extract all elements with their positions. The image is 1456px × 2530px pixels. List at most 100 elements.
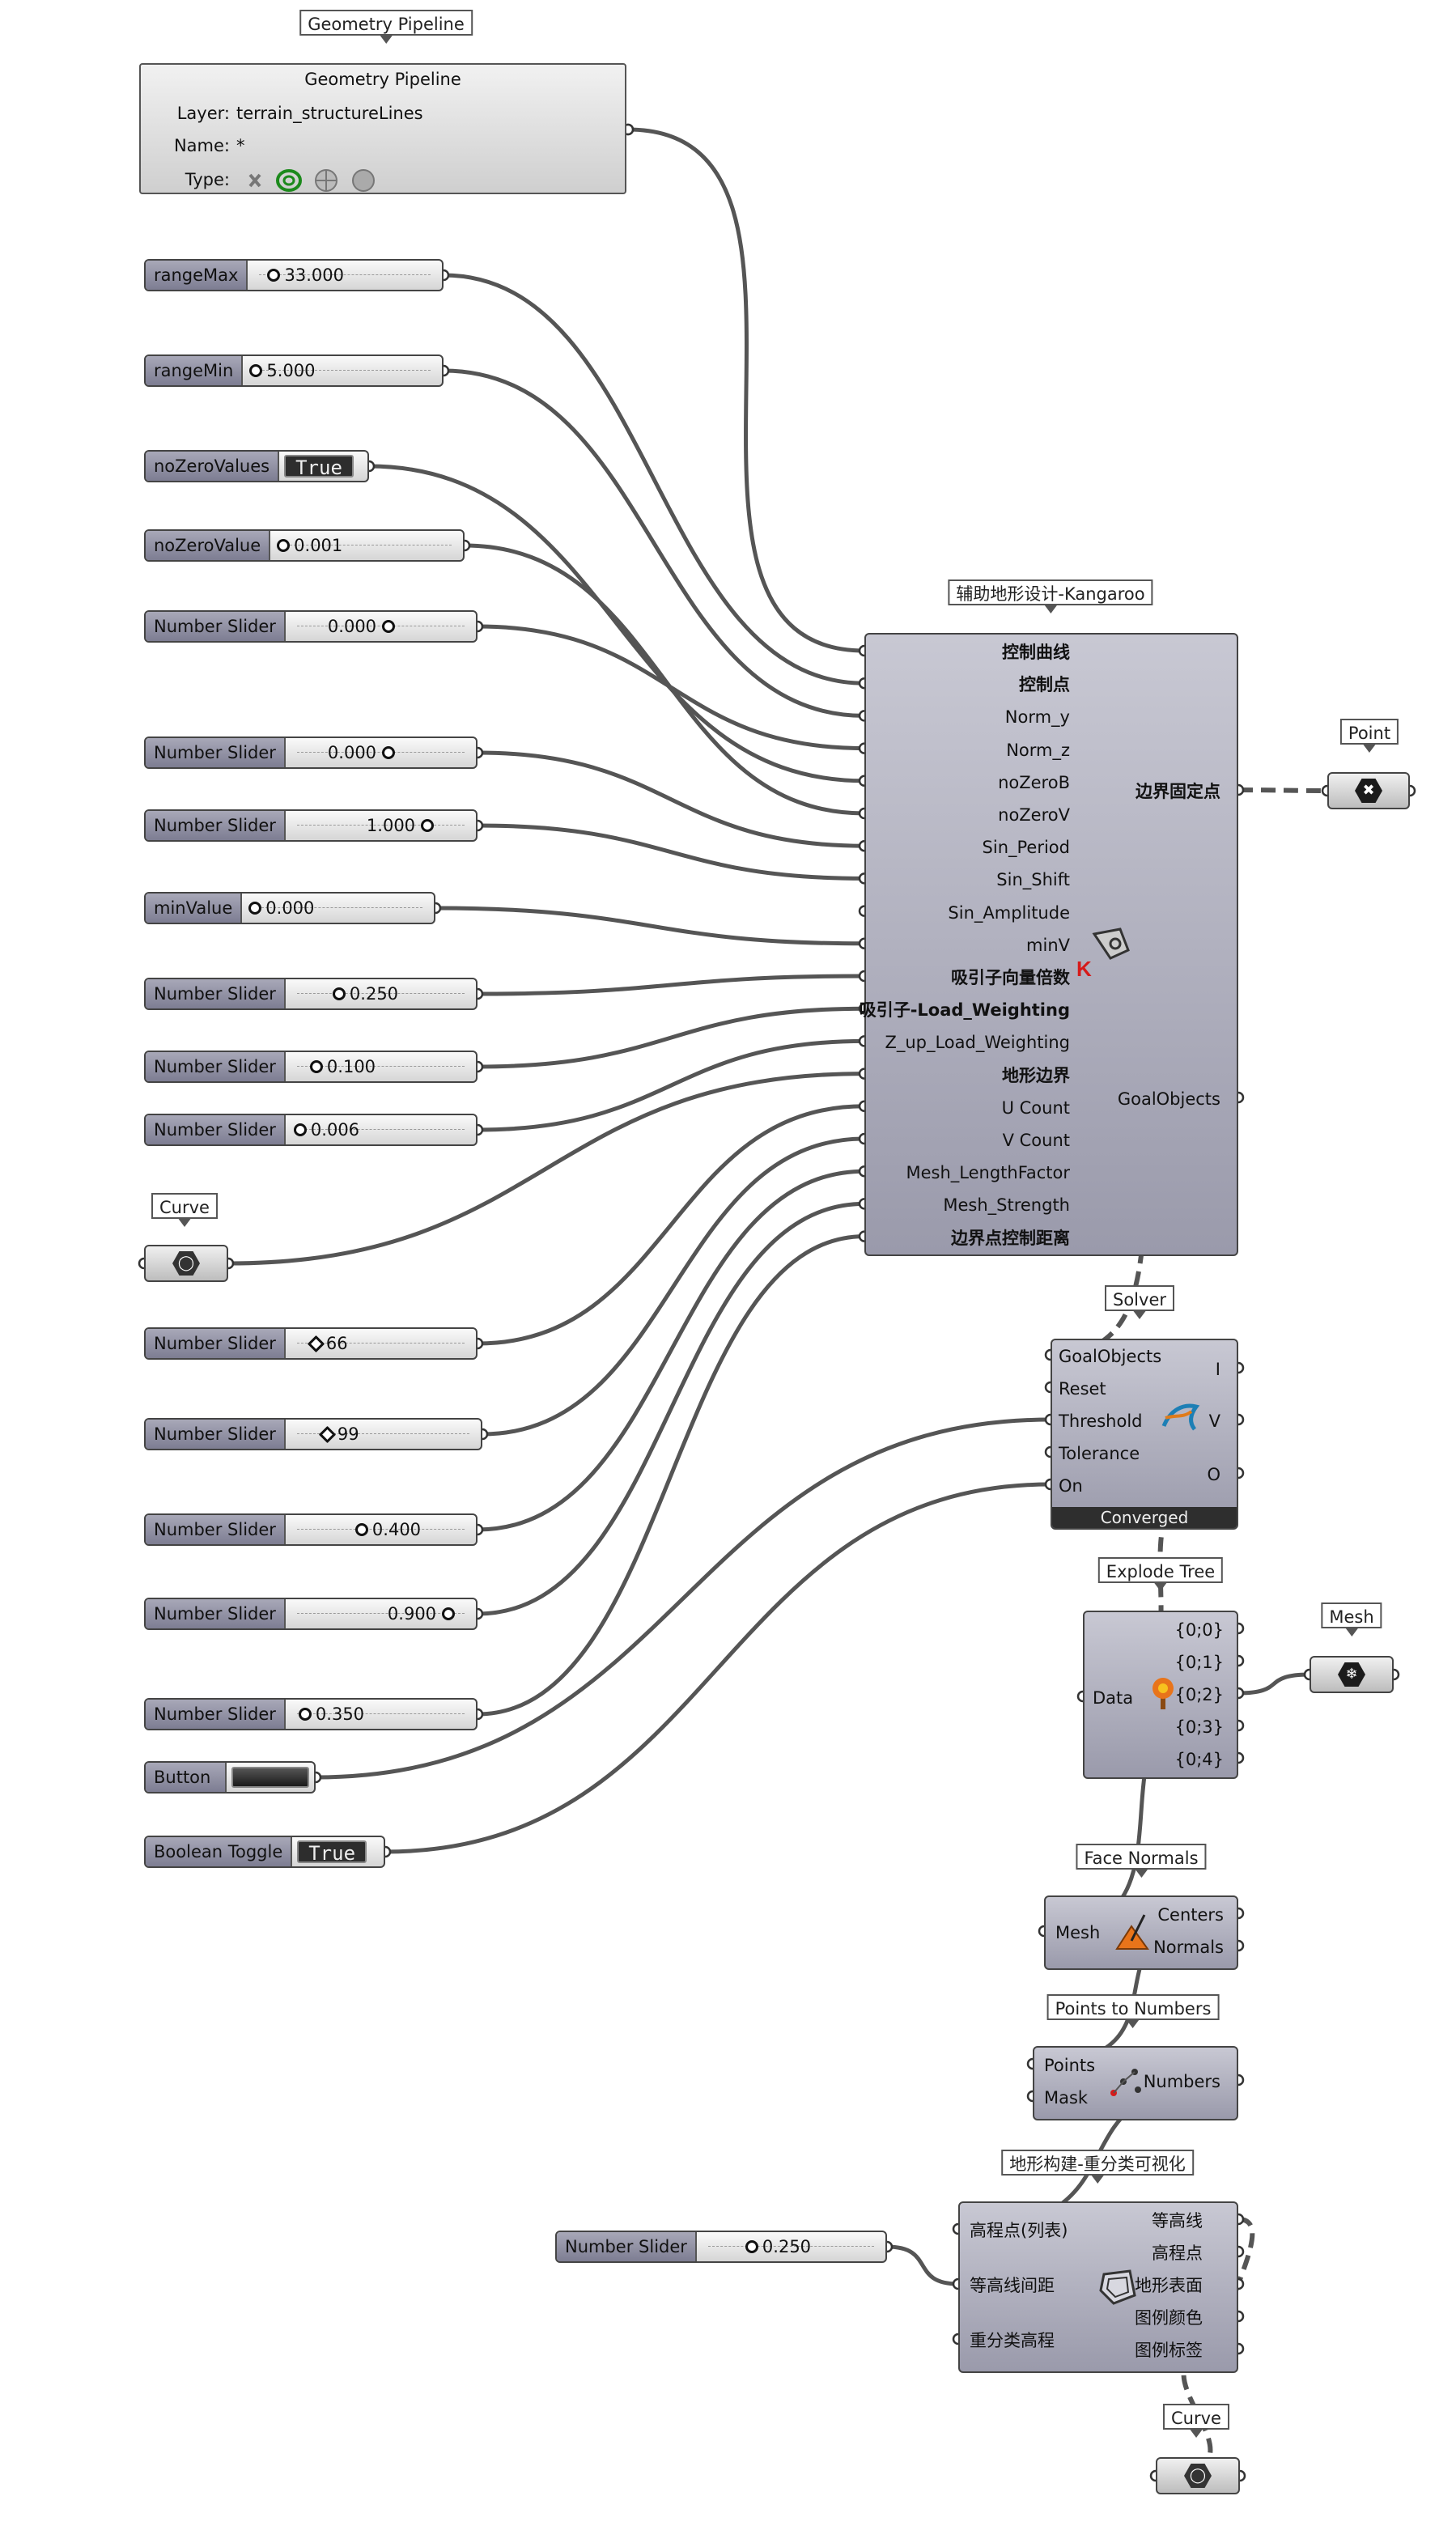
mesh-param-node[interactable]: ❄ <box>1310 1656 1394 1693</box>
slider-knob[interactable] <box>420 819 434 832</box>
kangaroo-input-2[interactable]: Norm_y <box>1005 707 1070 727</box>
slider-value-wrap[interactable]: 1.000 <box>367 811 438 840</box>
solver-output-0[interactable]: I <box>1216 1360 1220 1379</box>
kangaroo-input-17[interactable]: Mesh_Strength <box>943 1195 1070 1215</box>
slider-knob[interactable] <box>267 269 281 282</box>
face-normals-node[interactable]: Mesh Centers Normals <box>1044 1895 1238 1970</box>
slider-value-wrap[interactable]: 0.900 <box>388 1599 459 1628</box>
points-to-numbers-node[interactable]: Points Mask Numbers <box>1033 2046 1238 2120</box>
kangaroo-output-0[interactable]: 边界固定点 <box>1136 782 1220 801</box>
toggle-nozerovalues[interactable]: noZeroValues True <box>144 450 369 482</box>
slider-track[interactable]: 0.001 <box>270 531 463 560</box>
geometry-pipeline-node[interactable]: Geometry Pipeline Layer: terrain_structur… <box>139 63 626 194</box>
face-normals-output-0[interactable]: Centers <box>1157 1905 1224 1925</box>
button-face[interactable] <box>231 1767 309 1788</box>
slider-number-6[interactable]: Number Slider 0.006 <box>144 1114 478 1146</box>
kangaroo-input-12[interactable]: Z_up_Load_Weighting <box>885 1033 1070 1052</box>
layer-value[interactable]: terrain_structureLines <box>236 104 423 123</box>
kangaroo-input-6[interactable]: Sin_Period <box>983 838 1070 857</box>
slider-knob[interactable] <box>277 539 291 552</box>
slider-value-wrap[interactable]: 0.250 <box>332 979 398 1008</box>
slider-value-wrap[interactable]: 99 <box>318 1420 359 1449</box>
toggle-value[interactable]: True <box>284 455 354 479</box>
slider-track[interactable]: 0.006 <box>286 1115 476 1144</box>
kangaroo-input-9[interactable]: minV <box>1026 936 1070 955</box>
solver-input-2[interactable]: Threshold <box>1059 1411 1143 1431</box>
kangaroo-input-5[interactable]: noZeroV <box>998 805 1070 825</box>
explode-tree-output-0[interactable]: {0;0} <box>1174 1620 1224 1640</box>
slider-number-2[interactable]: Number Slider 0.000 <box>144 737 478 769</box>
kangaroo-input-11[interactable]: 吸引子-Load_Weighting <box>860 1000 1070 1020</box>
boolean-toggle-node[interactable]: Boolean Toggle True <box>144 1836 385 1868</box>
slider-track[interactable]: 66 <box>286 1329 476 1358</box>
slider-number-12[interactable]: Number Slider 0.250 <box>555 2231 887 2263</box>
kangaroo-input-18[interactable]: 边界点控制距离 <box>951 1229 1070 1248</box>
solver-input-0[interactable]: GoalObjects <box>1059 1347 1161 1366</box>
slider-track[interactable]: 0.400 <box>286 1515 476 1544</box>
brep-type-icon[interactable] <box>314 169 337 192</box>
solver-node[interactable]: Converged GoalObjects Reset Threshold Toler… <box>1051 1339 1238 1530</box>
slider-value-wrap[interactable]: 0.000 <box>248 894 314 923</box>
curve-bottom-param-node[interactable]: ◯ <box>1156 2457 1240 2494</box>
slider-minvalue[interactable]: minValue 0.000 <box>144 892 435 924</box>
type-filter-icons[interactable] <box>242 168 388 193</box>
explode-tree-output-3[interactable]: {0;3} <box>1174 1717 1224 1737</box>
slider-value-wrap[interactable]: 0.350 <box>298 1700 364 1729</box>
name-value[interactable]: * <box>236 136 245 155</box>
slider-track[interactable]: 0.350 <box>286 1700 476 1729</box>
points-to-numbers-output-0[interactable]: Numbers <box>1144 2072 1220 2091</box>
terrain-input-0[interactable]: 高程点(列表) <box>970 2221 1068 2240</box>
slider-number-10[interactable]: Number Slider 0.900 <box>144 1598 478 1630</box>
kangaroo-cluster-node[interactable]: K 控制曲线 控制点 Norm_y Norm_z noZeroB noZeroV Sin_P… <box>860 633 1238 1256</box>
slider-value-wrap[interactable]: 66 <box>307 1329 348 1358</box>
kangaroo-input-14[interactable]: U Count <box>1002 1098 1070 1118</box>
points-to-numbers-input-0[interactable]: Points <box>1044 2056 1095 2075</box>
slider-number-1[interactable]: Number Slider 0.000 <box>144 610 478 643</box>
slider-knob[interactable] <box>381 620 395 633</box>
slider-knob[interactable] <box>309 1060 323 1073</box>
terrain-output-1[interactable]: 高程点 <box>1152 2243 1203 2263</box>
slider-number-5[interactable]: Number Slider 0.100 <box>144 1051 478 1083</box>
explode-tree-output-4[interactable]: {0;4} <box>1174 1750 1224 1769</box>
slider-track[interactable]: 0.250 <box>697 2232 885 2261</box>
slider-knob[interactable] <box>249 364 263 377</box>
terrain-input-2[interactable]: 重分类高程 <box>970 2331 1055 2350</box>
terrain-output-4[interactable]: 图例标签 <box>1135 2341 1203 2360</box>
slider-track[interactable]: 1.000 <box>286 811 476 840</box>
points-to-numbers-input-1[interactable]: Mask <box>1044 2088 1088 2108</box>
solver-input-1[interactable]: Reset <box>1059 1379 1106 1399</box>
slider-number-11[interactable]: Number Slider 0.350 <box>144 1698 478 1730</box>
slider-value-wrap[interactable]: 0.006 <box>293 1115 359 1144</box>
point-type-icon[interactable] <box>248 173 261 188</box>
slider-value-wrap[interactable]: 0.400 <box>354 1515 421 1544</box>
explode-tree-node[interactable]: Data {0;0} {0;1} {0;2} {0;3} {0;4} <box>1083 1611 1238 1779</box>
slider-number-7[interactable]: Number Slider 66 <box>144 1327 478 1360</box>
slider-knob[interactable] <box>354 1523 368 1536</box>
slider-knob[interactable] <box>293 1123 307 1136</box>
slider-track[interactable]: 0.250 <box>286 979 476 1008</box>
slider-knob[interactable] <box>745 2240 758 2253</box>
slider-track[interactable]: 99 <box>286 1420 481 1449</box>
kangaroo-input-0[interactable]: 控制曲线 <box>1002 643 1070 662</box>
terrain-cluster-node[interactable]: 高程点(列表) 等高线间距 重分类高程 等高线 高程点 地形表面 图例颜色 图例标签 <box>958 2201 1238 2373</box>
slider-value-wrap[interactable]: 0.000 <box>328 612 399 641</box>
terrain-output-3[interactable]: 图例颜色 <box>1135 2308 1203 2328</box>
slider-knob[interactable] <box>248 902 262 915</box>
kangaroo-input-7[interactable]: Sin_Shift <box>996 870 1070 889</box>
solver-input-3[interactable]: Tolerance <box>1059 1444 1140 1463</box>
slider-track[interactable]: 0.100 <box>286 1052 476 1081</box>
kangaroo-input-1[interactable]: 控制点 <box>1019 675 1070 694</box>
toggle-value[interactable]: True <box>297 1840 367 1865</box>
button-node[interactable]: Button <box>144 1761 316 1793</box>
curve-param-node[interactable]: ◯ <box>144 1245 228 1282</box>
face-normals-output-1[interactable]: Normals <box>1153 1938 1224 1957</box>
explode-tree-input-0[interactable]: Data <box>1093 1688 1133 1708</box>
slider-number-9[interactable]: Number Slider 0.400 <box>144 1513 478 1546</box>
slider-number-4[interactable]: Number Slider 0.250 <box>144 978 478 1010</box>
slider-rangemin[interactable]: rangeMin 5.000 <box>144 354 444 387</box>
kangaroo-input-16[interactable]: Mesh_LengthFactor <box>906 1163 1070 1182</box>
slider-number-8[interactable]: Number Slider 99 <box>144 1418 482 1450</box>
slider-track[interactable]: 0.000 <box>286 612 476 641</box>
slider-knob[interactable] <box>441 1607 455 1620</box>
slider-rangemax[interactable]: rangeMax 33.000 <box>144 259 444 291</box>
